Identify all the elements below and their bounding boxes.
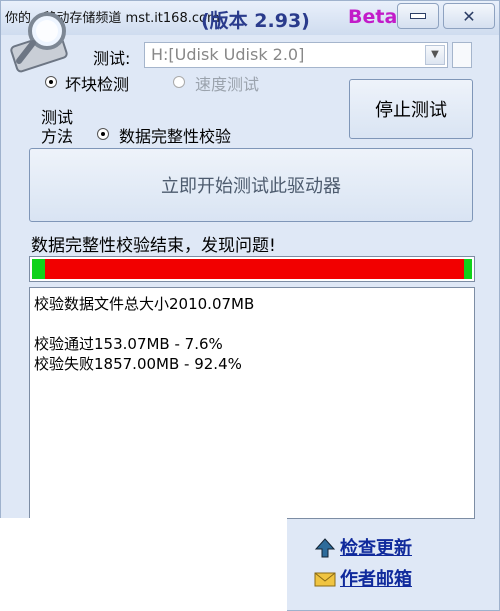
- chevron-down-icon[interactable]: ▼: [425, 45, 445, 65]
- log-line: 校验数据文件总大小2010.07MB: [34, 295, 255, 313]
- result-log[interactable]: 校验数据文件总大小2010.07MB 校验通过153.07MB - 7.6% 校…: [29, 287, 475, 519]
- app-version: (版本 2.93): [201, 10, 310, 32]
- drive-select-value: H:[Udisk Udisk 2.0]: [151, 45, 305, 64]
- bottom-blank-area: [0, 518, 287, 611]
- progress-tail-segment: [464, 259, 472, 279]
- mode-badblock-label: 坏块检测: [65, 75, 130, 94]
- status-message: 数据完整性校验结束，发现问题!: [31, 236, 276, 256]
- progress-fail-segment: [45, 259, 464, 279]
- stop-test-button[interactable]: 停止测试: [349, 79, 473, 139]
- progress-pass-segment: [32, 259, 45, 279]
- method-label-line2: 方法: [41, 127, 74, 146]
- log-line: 校验通过153.07MB - 7.6%: [34, 335, 223, 353]
- start-test-label: 立即开始测试此驱动器: [161, 176, 341, 197]
- radio-integrity[interactable]: [97, 128, 109, 140]
- close-button[interactable]: ✕: [443, 3, 495, 29]
- minimize-icon: [410, 13, 426, 19]
- drive-label: 测试:: [93, 49, 131, 68]
- beta-badge: Beta: [348, 6, 398, 28]
- drive-extra-button[interactable]: [452, 42, 472, 68]
- magnifier-drive-logo-icon: [10, 12, 68, 73]
- mode-speed-label: 速度测试: [195, 75, 260, 94]
- stop-test-label: 停止测试: [375, 100, 447, 121]
- arrow-up-icon[interactable]: [314, 537, 336, 559]
- radio-badblock[interactable]: [45, 76, 57, 88]
- drive-select[interactable]: H:[Udisk Udisk 2.0] ▼: [144, 42, 448, 68]
- author-mail-link[interactable]: 作者邮箱: [340, 565, 412, 591]
- check-update-link[interactable]: 检查更新: [340, 534, 412, 560]
- minimize-button[interactable]: [397, 3, 439, 29]
- close-icon: ✕: [462, 6, 476, 26]
- log-line: 校验失败1857.00MB - 92.4%: [34, 355, 242, 373]
- method-option-label: 数据完整性校验: [119, 127, 232, 146]
- start-test-button[interactable]: 立即开始测试此驱动器: [29, 148, 473, 222]
- result-progress-bar: [29, 256, 475, 282]
- envelope-icon[interactable]: [314, 568, 336, 590]
- radio-speed[interactable]: [173, 76, 185, 88]
